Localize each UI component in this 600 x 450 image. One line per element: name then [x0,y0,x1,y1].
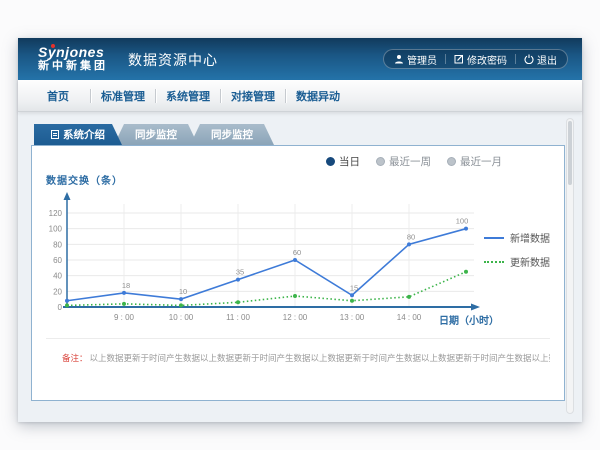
line-chart: 0 20 40 60 80 100 120 9 : 00 10 : 00 11 : 00 12 : … [32,190,502,326]
scrollbar[interactable] [566,118,574,414]
footnote-text: 以上数据更新于时间产生数据以上数据更新于时间产生数据以上数据更新于时间产生数据以… [90,353,550,363]
dotted-line-sample [484,261,504,263]
nav-item-standard-mgmt[interactable]: 标准管理 [91,88,155,104]
x-axis-title: 日期（小时） [439,312,499,327]
svg-text:35: 35 [236,268,244,277]
user-menu-label: 管理员 [407,52,437,67]
page-title: 数据资源中心 [128,49,218,70]
solid-line-sample [484,237,504,239]
footnote: 备注：以上数据更新于时间产生数据以上数据更新于时间产生数据以上数据更新于时间产生… [46,338,550,364]
legend-label: 更新数据 [510,254,550,269]
logout-button[interactable]: 退出 [524,52,557,67]
svg-text:40: 40 [53,272,62,281]
tab-sync-monitor-2[interactable]: 同步监控 [190,124,274,145]
content-area: 系统介绍 同步监控 同步监控 当日 最近一周 [18,112,582,422]
radio-icon [447,157,456,166]
svg-text:80: 80 [53,240,62,249]
chart-legend: 新增数据 更新数据 [484,230,550,269]
svg-text:9 : 00: 9 : 00 [114,313,135,322]
legend-item-update-data[interactable]: 更新数据 [484,254,550,269]
svg-text:14 : 00: 14 : 00 [397,313,422,322]
radio-icon [326,157,335,166]
edit-icon [454,54,464,64]
user-menu-button[interactable]: 管理员 [394,52,437,67]
tab-label: 同步监控 [211,127,253,142]
logout-label: 退出 [537,52,557,67]
svg-text:120: 120 [49,209,63,218]
tab-label: 系统介绍 [63,127,105,142]
main-nav: 首页 标准管理 系统管理 对接管理 数据异动 [18,80,582,112]
svg-text:20: 20 [53,287,62,296]
svg-text:10 : 00: 10 : 00 [169,313,194,322]
time-range-filter: 当日 最近一周 最近一月 [326,154,502,169]
pill-separator [445,54,446,64]
radio-label: 当日 [339,154,360,169]
chart-panel: 当日 最近一周 最近一月 数据交换（条） 0 20 40 60 80 100 120 9 : … [31,145,565,401]
svg-text:10: 10 [179,287,187,296]
brand-logo: Synjones 新中新集团 [38,45,108,72]
svg-text:15: 15 [350,283,358,292]
tab-system-intro[interactable]: 系统介绍 [34,124,122,145]
change-password-label: 修改密码 [467,52,507,67]
svg-text:12 : 00: 12 : 00 [283,313,308,322]
legend-label: 新增数据 [510,230,550,245]
y-axis-title: 数据交换（条） [46,172,123,187]
nav-item-interface-mgmt[interactable]: 对接管理 [221,88,285,104]
radio-option-today[interactable]: 当日 [326,154,360,169]
chart-area: 数据交换（条） 0 20 40 60 80 100 120 9 : 00 10 : 00 11 :… [32,172,564,334]
user-icon [394,54,404,64]
svg-text:100: 100 [49,225,63,234]
tab-label: 同步监控 [135,127,177,142]
svg-text:0: 0 [58,303,63,312]
svg-text:18: 18 [122,281,130,290]
legend-item-new-data[interactable]: 新增数据 [484,230,550,245]
svg-text:60: 60 [293,248,301,257]
nav-item-data-change[interactable]: 数据异动 [286,88,350,104]
svg-text:100: 100 [456,217,469,226]
svg-text:60: 60 [53,256,62,265]
radio-icon [376,157,385,166]
radio-option-last-week[interactable]: 最近一周 [376,154,431,169]
power-icon [524,54,534,64]
pill-separator [515,54,516,64]
app-header: Synjones 新中新集团 数据资源中心 管理员 修改密码 退出 [18,38,582,80]
tab-bar: 系统介绍 同步监控 同步监控 [34,124,582,145]
svg-text:13 : 00: 13 : 00 [340,313,365,322]
radio-option-last-month[interactable]: 最近一月 [447,154,502,169]
svg-text:80: 80 [407,232,415,241]
brand-name: Synjones [38,45,108,60]
user-toolbar: 管理员 修改密码 退出 [383,49,568,69]
tab-sync-monitor-1[interactable]: 同步监控 [114,124,198,145]
nav-item-home[interactable]: 首页 [26,88,90,104]
brand-name-cn: 新中新集团 [38,61,108,73]
app-window: Synjones 新中新集团 数据资源中心 管理员 修改密码 退出 首页 标 [18,38,582,422]
radio-label: 最近一周 [389,154,431,169]
change-password-button[interactable]: 修改密码 [454,52,507,67]
document-icon [51,130,59,139]
radio-label: 最近一月 [460,154,502,169]
footnote-prefix: 备注： [62,353,88,363]
nav-item-system-mgmt[interactable]: 系统管理 [156,88,220,104]
svg-text:11 : 00: 11 : 00 [226,313,250,322]
